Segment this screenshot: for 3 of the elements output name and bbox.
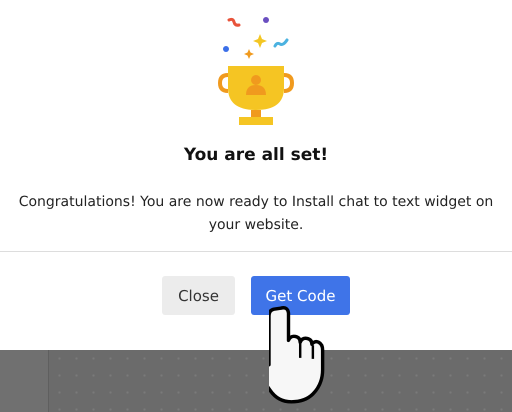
close-button[interactable]: Close [162, 276, 235, 315]
dialog-message: Congratulations! You are now ready to Install chat to text widget on your website. [18, 193, 494, 235]
dialog-title: You are all set! [184, 145, 328, 165]
